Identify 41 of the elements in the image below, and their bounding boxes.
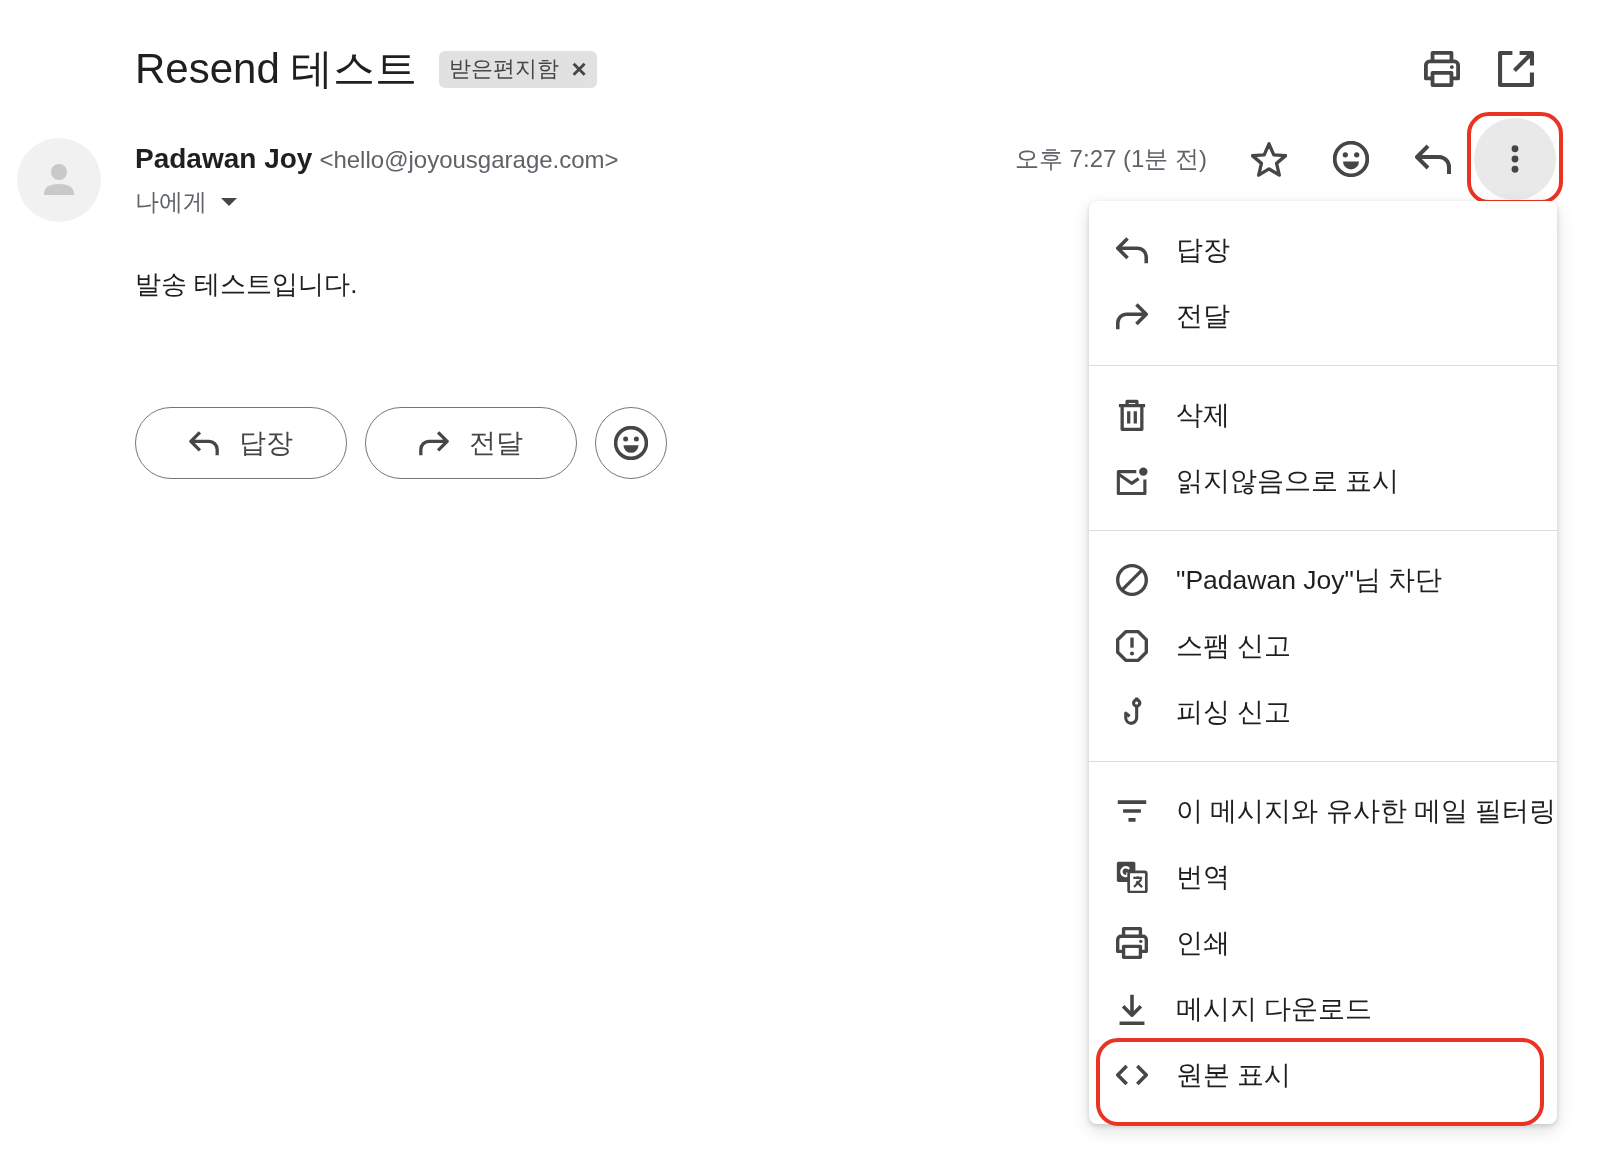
recipient-dropdown[interactable]: 나에게 (135, 187, 237, 217)
forward-button[interactable]: 전달 (365, 407, 577, 479)
translate-icon (1116, 861, 1148, 893)
menu-item[interactable]: 답장 (1089, 217, 1557, 283)
menu-item[interactable]: 원본 표시 (1089, 1042, 1557, 1108)
block-icon (1116, 564, 1148, 596)
message-body: 발송 테스트입니다. (135, 268, 358, 301)
forward-icon (419, 429, 449, 457)
trash-icon (1116, 399, 1148, 431)
print-icon (1116, 927, 1148, 959)
print-icon[interactable] (1424, 51, 1460, 87)
star-icon[interactable] (1251, 141, 1287, 177)
timestamp: 오후 7:27 (1분 전) (1014, 144, 1207, 174)
person-avatar-icon (17, 138, 101, 222)
smiley-icon (614, 426, 648, 460)
menu-item[interactable]: 삭제 (1089, 382, 1557, 448)
menu-item[interactable]: 메시지 다운로드 (1089, 976, 1557, 1042)
menu-item[interactable]: 읽지않음으로 표시 (1089, 448, 1557, 514)
remove-label-button[interactable]: × (571, 56, 587, 82)
menu-item[interactable]: 인쇄 (1089, 910, 1557, 976)
email-subject: Resend 테스트 (135, 44, 418, 94)
menu-item[interactable]: 이 메시지와 유사한 메일 필터링 (1089, 778, 1557, 844)
menu-item[interactable]: "Padawan Joy"님 차단 (1089, 547, 1557, 613)
octagon-alert-icon (1116, 630, 1148, 662)
menu-item[interactable]: 스팸 신고 (1089, 613, 1557, 679)
external-link-icon[interactable] (1498, 51, 1534, 87)
label-text: 받은편지함 (449, 55, 560, 83)
caret-icon (221, 198, 237, 206)
forward-icon (1116, 300, 1148, 332)
reply-icon (1116, 234, 1148, 266)
sender-name: Padawan Joy (135, 142, 313, 176)
reply-button[interactable]: 답장 (135, 407, 347, 479)
reply-icon (189, 429, 219, 457)
menu-item[interactable]: 번역 (1089, 844, 1557, 910)
more-vertical-icon (1511, 145, 1519, 173)
smiley-icon[interactable] (1333, 141, 1369, 177)
sender-email: <hello@joyousgarage.com> (319, 145, 619, 175)
menu-item[interactable]: 피싱 신고 (1089, 679, 1557, 745)
more-options-button[interactable] (1474, 118, 1556, 200)
menu-item[interactable]: 전달 (1089, 283, 1557, 349)
mail-dot-icon (1116, 465, 1148, 497)
